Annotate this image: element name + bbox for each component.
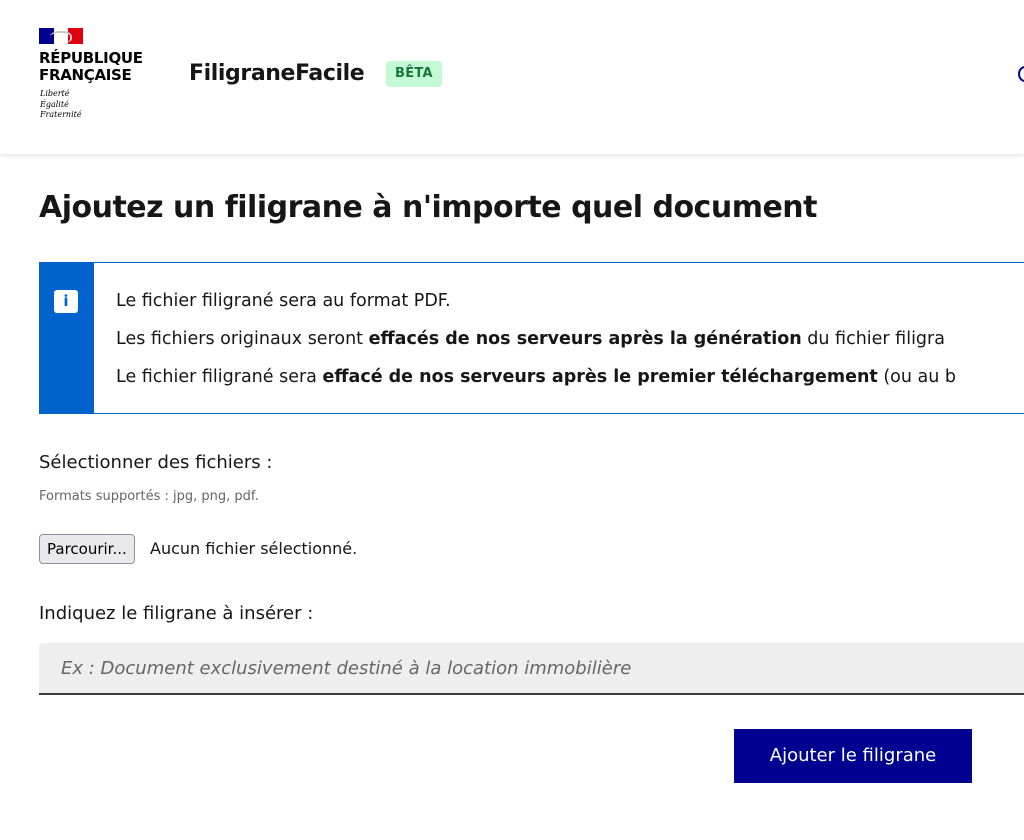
alert-line-originals: Les fichiers originaux seront effacés de…: [116, 327, 945, 351]
motto-fraternite: Fraternité: [40, 110, 82, 119]
alert-line1-text: Le fichier filigrané sera au format PDF.: [116, 291, 451, 311]
site-header: RÉPUBLIQUE FRANÇAISE Liberté Égalité Fra…: [0, 0, 1024, 154]
republic-logo-text[interactable]: RÉPUBLIQUE FRANÇAISE: [39, 50, 143, 84]
alert-line-download: Le fichier filigrané sera effacé de nos …: [116, 365, 956, 389]
watermark-input[interactable]: [39, 643, 1024, 695]
alert-line2-bold: effacés de nos serveurs après la générat…: [368, 329, 802, 349]
info-alert: i Le fichier filigrané sera au format PD…: [39, 262, 1024, 414]
republic-motto: Liberté Égalité Fraternité: [40, 89, 82, 121]
marianne-flag-icon: [39, 28, 84, 44]
alert-bar: i: [40, 263, 94, 413]
beta-badge: BÊTA: [386, 61, 442, 87]
alert-line2-before: Les fichiers originaux seront: [116, 329, 369, 349]
search-icon[interactable]: [1018, 66, 1024, 82]
info-icon: i: [54, 290, 78, 313]
page-title: Ajoutez un filigrane à n'importe quel do…: [39, 190, 818, 225]
motto-liberte: Liberté: [40, 89, 70, 98]
add-watermark-button[interactable]: Ajouter le filigrane: [734, 729, 972, 783]
alert-line2-after: du fichier filigra: [801, 329, 945, 349]
files-hint: Formats supportés : jpg, png, pdf.: [39, 489, 259, 504]
republic-name-line2: FRANÇAISE: [39, 66, 132, 84]
republic-name-line1: RÉPUBLIQUE: [39, 49, 143, 67]
site-title[interactable]: FiligraneFacile: [189, 60, 365, 88]
file-selection-status: Aucun fichier sélectionné.: [150, 539, 358, 558]
motto-egalite: Égalité: [40, 99, 69, 109]
files-label: Sélectionner des fichiers :: [39, 452, 273, 473]
watermark-label: Indiquez le filigrane à insérer :: [39, 603, 314, 624]
browse-files-button[interactable]: Parcourir...: [39, 534, 135, 564]
alert-line3-after: (ou au b: [877, 367, 957, 387]
alert-line-format: Le fichier filigrané sera au format PDF.: [116, 289, 451, 313]
alert-line3-before: Le fichier filigrané sera: [116, 367, 323, 387]
alert-line3-bold: effacé de nos serveurs après le premier …: [322, 367, 878, 387]
